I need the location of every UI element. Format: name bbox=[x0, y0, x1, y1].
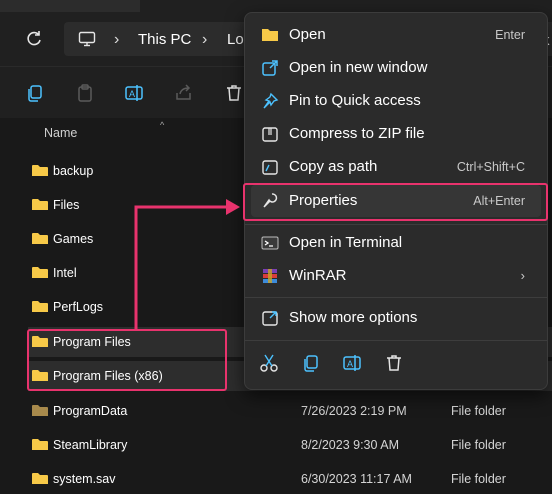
annotation-arrow bbox=[134, 199, 240, 330]
